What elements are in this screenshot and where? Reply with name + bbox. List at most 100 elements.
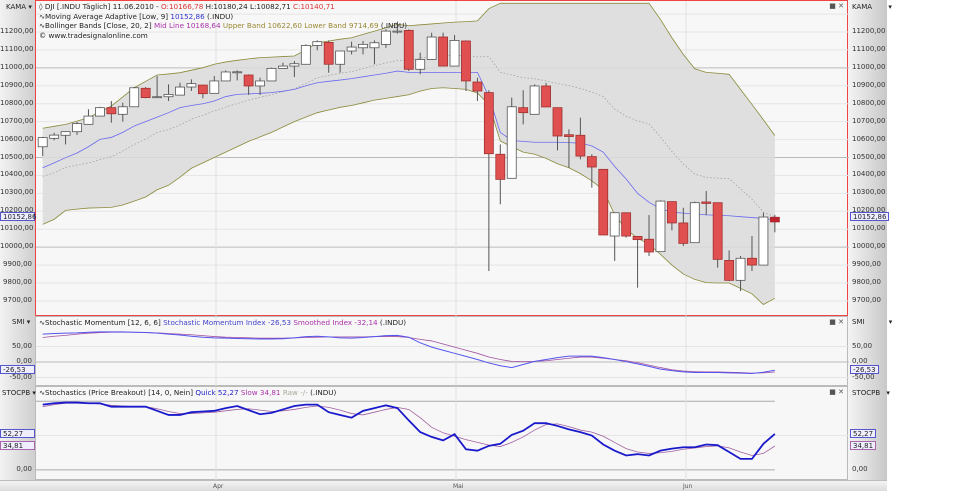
candle <box>495 153 506 180</box>
left-axis <box>0 0 35 480</box>
candle <box>335 50 346 65</box>
slow-value-tag-left: 34,81 <box>0 441 35 450</box>
close-icon[interactable]: ✕ <box>838 318 844 326</box>
dropdown-arrow-icon[interactable]: ▾ <box>889 318 893 326</box>
candle <box>609 212 620 237</box>
axis-title: STOCPB <box>2 389 31 397</box>
candle <box>655 200 666 253</box>
smoothed-index-line <box>42 331 775 374</box>
candle <box>266 67 277 82</box>
axis-tick-label: 0,00 <box>16 357 32 365</box>
axis-tick-label: 10000,00 <box>852 242 886 251</box>
candle <box>449 40 460 67</box>
axis-tick-label: 11000,00 <box>0 62 34 71</box>
legend-kama[interactable]: ∿Moving Average Adaptive [Low, 9] 10152,… <box>39 12 407 22</box>
dropdown-arrow-icon[interactable]: ▾ <box>888 3 892 11</box>
pane-buttons: ■ ✕ <box>829 2 844 10</box>
axis-tick-label: 10100,00 <box>0 224 34 233</box>
legend-upper: Upper Band 10622,60 <box>222 21 302 31</box>
maximize-icon[interactable]: ■ <box>829 318 836 326</box>
kama-value-tag-left: 10152,86 <box>0 212 36 221</box>
bar-date: 11.06.2010 <box>112 2 154 11</box>
dropdown-arrow-icon[interactable]: ▾ <box>28 3 32 11</box>
axis-tick-label: 9900,00 <box>3 260 32 269</box>
legend-smi: Stochastic Momentum Index -26,53 <box>163 318 292 327</box>
axis-tick-label: 10600,00 <box>0 134 34 143</box>
axis-tick-label: 10600,00 <box>852 134 886 143</box>
legend-name: Stochastic Momentum [12, 6, 6] <box>45 318 161 327</box>
price-chart[interactable] <box>36 1 849 317</box>
candle <box>712 202 723 260</box>
time-axis[interactable] <box>0 480 887 491</box>
left-axis-title-smi[interactable]: SMI ▾ <box>12 318 30 326</box>
axis-tick-label: 10900,00 <box>0 80 34 89</box>
candle <box>724 260 734 281</box>
candle <box>586 156 597 168</box>
smi-legend[interactable]: ∿Stochastic Momentum [12, 6, 6] Stochast… <box>39 318 406 328</box>
candle <box>117 106 128 115</box>
candle <box>300 45 311 65</box>
right-axis-title-price[interactable]: KAMA ▾ <box>852 3 892 11</box>
open-value: O:10166,78 <box>161 2 204 11</box>
candle <box>438 36 449 67</box>
right-axis-title-stoch[interactable]: STOCPB ▾ <box>852 389 890 397</box>
stochastics-legend[interactable]: ∿Stochastics (Price Breakout) [14, 0, Ne… <box>39 388 336 398</box>
axis-tick-label: 11200,00 <box>0 27 34 35</box>
dropdown-arrow-icon[interactable]: ▾ <box>32 389 36 397</box>
legend-suffix: (.INDU) <box>380 21 408 31</box>
axis-tick-label: 50,00 <box>11 341 32 350</box>
maximize-icon[interactable]: ■ <box>829 2 836 10</box>
axis-tick-label: 10500,00 <box>852 152 886 161</box>
candle <box>575 134 586 157</box>
candle <box>243 74 254 87</box>
quick-value-tag-left: 52,27 <box>0 429 35 438</box>
legend-suffix: (.INDU) <box>310 388 337 397</box>
candle <box>598 168 609 236</box>
left-axis-title-price[interactable]: KAMA ▾ <box>6 3 32 11</box>
time-label: Mai <box>453 483 464 490</box>
right-axis-title-smi[interactable]: SMI ▾ <box>852 318 892 326</box>
legend-suffix: (.INDU) <box>206 11 234 21</box>
candle <box>232 71 243 74</box>
dropdown-arrow-icon[interactable]: ▾ <box>886 389 890 397</box>
legend-name: Bollinger Bands [Close, 20, 2] <box>45 21 152 31</box>
close-icon[interactable]: ✕ <box>838 2 844 10</box>
axis-tick-label: 9800,00 <box>3 278 32 287</box>
left-axis-title-stoch[interactable]: STOCPB ▾ <box>2 389 36 397</box>
pane-buttons: ■ ✕ <box>829 388 844 396</box>
dropdown-arrow-icon[interactable]: ▾ <box>27 318 31 326</box>
stochastics-chart[interactable] <box>36 387 849 481</box>
candle <box>255 80 265 87</box>
candle <box>747 257 757 266</box>
axis-tick-label: 11200,00 <box>852 27 886 35</box>
axis-tick-label: 10400,00 <box>852 170 886 179</box>
smi-line <box>42 331 775 374</box>
candle <box>106 107 117 115</box>
time-label: Apr <box>213 483 224 490</box>
candle <box>529 85 540 115</box>
price-legend: ◊ DJI [.INDU Täglich] 11.06.2010 - O:101… <box>39 2 408 40</box>
candle <box>506 106 517 179</box>
legend-lower: Lower Band 9714,69 <box>304 21 379 31</box>
candle <box>735 257 746 281</box>
smi-pane[interactable]: ∿Stochastic Momentum [12, 6, 6] Stochast… <box>35 316 849 387</box>
candle <box>689 202 700 244</box>
candle <box>163 93 174 98</box>
axis-tick-label: 10800,00 <box>852 98 886 107</box>
legend-raw: Raw -/- <box>282 388 308 397</box>
stochastics-pane[interactable]: ∿Stochastics (Price Breakout) [14, 0, Ne… <box>35 386 849 481</box>
axis-tick-label: 0,00 <box>852 357 868 365</box>
axis-tick-label: 10000,00 <box>0 242 34 251</box>
candle <box>472 81 483 92</box>
legend-quick: Quick 52,27 <box>195 388 239 397</box>
axis-tick-label: 0,00 <box>852 464 868 473</box>
axis-tick-label: 0,00 <box>16 464 32 473</box>
copyright: © www.tradesignalonline.com <box>39 30 148 40</box>
close-icon[interactable]: ✕ <box>838 388 844 396</box>
candle <box>312 41 323 46</box>
price-pane[interactable]: ◊ DJI [.INDU Täglich] 11.06.2010 - O:101… <box>35 0 849 317</box>
maximize-icon[interactable]: ■ <box>829 388 836 396</box>
quick-line <box>42 401 776 460</box>
candle <box>95 107 105 117</box>
legend-bollinger[interactable]: ∿Bollinger Bands [Close, 20, 2] Mid Line… <box>39 21 407 31</box>
